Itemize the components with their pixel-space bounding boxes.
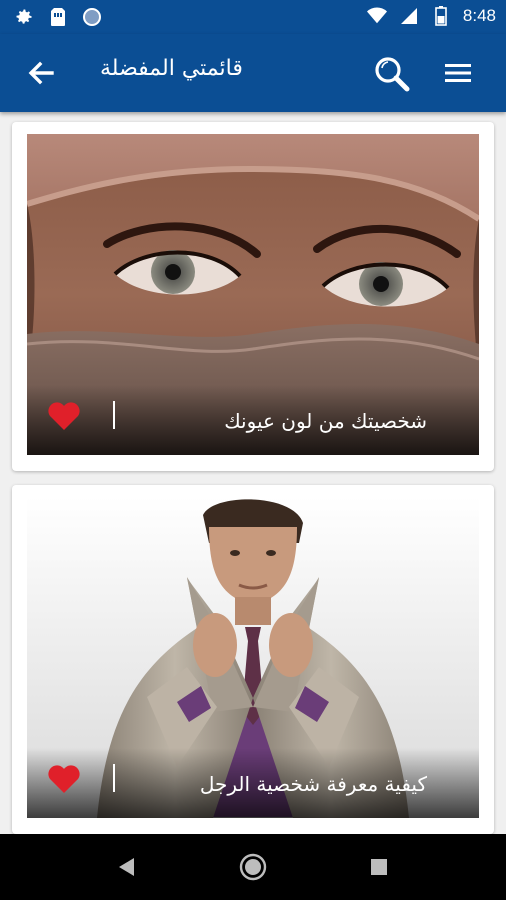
recents-square-icon[interactable] [364,852,394,882]
heart-icon[interactable] [47,401,81,431]
menu-icon[interactable] [440,56,476,90]
caption-divider [113,401,115,429]
search-icon[interactable] [372,54,412,94]
card-image-eyes[interactable]: شخصيتك من لون عيونك [27,134,479,455]
card-image-man[interactable]: كيفية معرفة شخصية الرجل [27,497,479,818]
favorites-list[interactable]: شخصيتك من لون عيونك كيفية معرفة شخصية ال… [0,112,506,834]
gear-icon [14,7,34,27]
app-bar: قائمتي المفضلة [0,34,506,112]
back-triangle-icon[interactable] [112,852,142,882]
card-title: كيفية معرفة شخصية الرجل [199,772,427,796]
circle-icon [82,7,102,27]
battery-icon [431,6,451,26]
caption-divider [113,764,115,792]
wifi-icon [366,6,387,26]
status-bar-right: 8:48 [366,6,496,26]
status-bar: 8:48 [0,0,506,34]
sim-card-icon [48,7,68,27]
heart-icon[interactable] [47,764,81,794]
navigation-bar [0,834,506,900]
favorite-card[interactable]: كيفية معرفة شخصية الرجل [12,485,494,834]
signal-icon [399,6,419,26]
card-title: شخصيتك من لون عيونك [224,409,427,433]
arrow-left-icon[interactable] [24,56,58,90]
status-bar-left [14,7,102,27]
home-circle-icon[interactable] [238,852,268,882]
page-title: قائمتي المفضلة [100,56,243,81]
favorite-card[interactable]: شخصيتك من لون عيونك [12,122,494,471]
status-time: 8:48 [462,6,496,25]
